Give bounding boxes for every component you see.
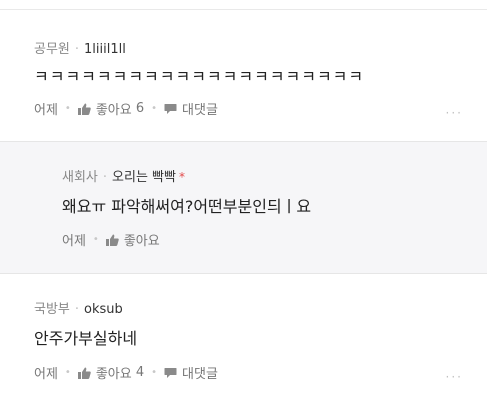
separator-dot: • (151, 103, 158, 114)
separator-dot: • (64, 367, 71, 378)
like-label: 좋아요 (95, 103, 132, 118)
comment-actions: 어제 • 좋아요 (62, 230, 160, 249)
like-label: 좋아요 (123, 234, 160, 249)
username[interactable]: 오리는 빡빡 (112, 170, 176, 185)
speech-bubble-icon (164, 103, 177, 114)
affiliation: 새회사 (62, 170, 98, 185)
comment-meta: 국방부 · oksub (34, 298, 123, 317)
more-options-icon[interactable]: ··· (446, 370, 463, 384)
username[interactable]: oksub (84, 302, 123, 317)
timestamp: 어제 (34, 367, 58, 382)
like-label: 좋아요 (95, 367, 132, 382)
like-button[interactable]: 좋아요 (105, 230, 160, 249)
separator-dot: • (92, 234, 99, 245)
affiliation: 공무원 (34, 42, 70, 57)
like-count: 6 (135, 101, 145, 116)
affiliation: 국방부 (34, 302, 70, 317)
timestamp: 어제 (34, 103, 58, 118)
thumbs-up-icon (77, 103, 91, 115)
reply-button[interactable]: 대댓글 (164, 363, 218, 382)
author-mark: * (178, 170, 185, 184)
comment-text: 왜요ㅠ 파악해써여?어떤부분인듸ㅣ요 (62, 197, 312, 216)
username[interactable]: 1liiil1ll (84, 42, 126, 57)
comment-text: 안주가부실하네 (34, 329, 138, 348)
meta-separator: · (74, 42, 80, 57)
like-button[interactable]: 좋아요 4 (77, 363, 145, 382)
speech-bubble-icon (164, 367, 177, 378)
thumbs-up-icon (77, 367, 91, 379)
timestamp: 어제 (62, 234, 86, 249)
more-options-icon[interactable]: ··· (446, 106, 463, 120)
reply-button[interactable]: 대댓글 (164, 99, 218, 118)
comment-text: ㅋㅋㅋㅋㅋㅋㅋㅋㅋㅋㅋㅋㅋㅋㅋㅋㅋㅋㅋㅋㅋ (34, 67, 365, 86)
meta-separator: · (102, 170, 108, 185)
comment-item: 공무원 · 1liiil1ll ㅋㅋㅋㅋㅋㅋㅋㅋㅋㅋㅋㅋㅋㅋㅋㅋㅋㅋㅋㅋㅋ 어제 •… (0, 10, 487, 141)
comment-actions: 어제 • 좋아요 6 • 대댓글 (34, 99, 218, 118)
comment-item: 국방부 · oksub 안주가부실하네 어제 • 좋아요 4 • 대댓글 ··· (0, 274, 487, 417)
reply-label: 대댓글 (182, 103, 218, 118)
reply-item: 새회사 · 오리는 빡빡 * 왜요ㅠ 파악해써여?어떤부분인듸ㅣ요 어제 • 좋아요 (0, 141, 487, 274)
reply-label: 대댓글 (182, 367, 218, 382)
comment-meta: 새회사 · 오리는 빡빡 * (62, 166, 185, 185)
separator-dot: • (151, 367, 158, 378)
comment-actions: 어제 • 좋아요 4 • 대댓글 (34, 363, 218, 382)
like-button[interactable]: 좋아요 6 (77, 99, 145, 118)
thumbs-up-icon (105, 234, 119, 246)
like-count: 4 (135, 365, 145, 380)
comment-meta: 공무원 · 1liiil1ll (34, 38, 126, 57)
meta-separator: · (74, 302, 80, 317)
separator-dot: • (64, 103, 71, 114)
